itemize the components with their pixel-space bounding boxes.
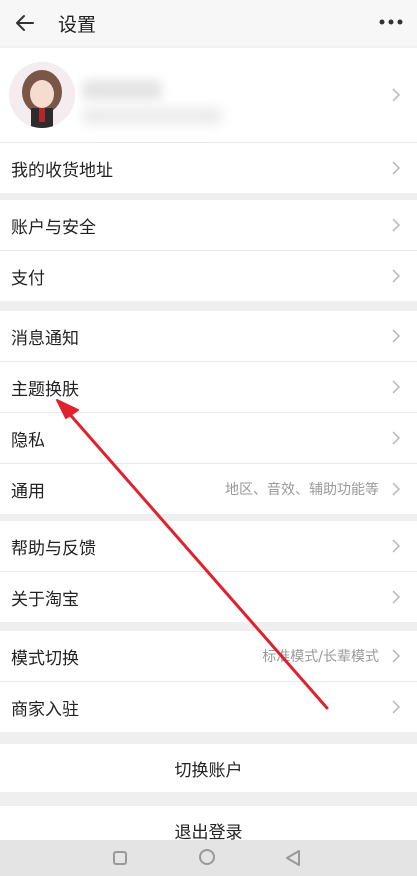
row-label: 通用 [11, 481, 45, 502]
settings-row-merchant[interactable]: 商家入驻 [0, 682, 417, 732]
watermark: Baidu 经验 [327, 821, 405, 837]
chevron-right-icon [392, 269, 401, 283]
help-group: 帮助与反馈 关于淘宝 [0, 521, 417, 622]
chevron-right-icon [392, 700, 401, 714]
row-label: 我的收货地址 [11, 160, 113, 181]
blurred-username [82, 80, 162, 100]
settings-row-payment[interactable]: 支付 [0, 251, 417, 301]
row-hint: 标准模式/长辈模式 [262, 649, 379, 665]
chevron-right-icon [392, 380, 401, 394]
row-label: 商家入驻 [11, 699, 79, 720]
page-title: 设置 [58, 14, 97, 36]
avatar-image [9, 62, 75, 128]
nav-back-icon[interactable] [284, 849, 302, 867]
settings-row-mode-switch[interactable]: 模式切换 标准模式/长辈模式 [0, 631, 417, 682]
more-horizontal-icon[interactable] [379, 16, 403, 28]
chevron-right-icon [392, 590, 401, 604]
chevron-right-icon [392, 539, 401, 553]
row-label: 关于淘宝 [11, 589, 79, 610]
row-label: 模式切换 [11, 648, 79, 669]
settings-row-about[interactable]: 关于淘宝 [0, 572, 417, 622]
system-nav-bar [0, 840, 417, 876]
row-hint: 地区、音效、辅助功能等 [225, 482, 379, 498]
row-label: 帮助与反馈 [11, 538, 96, 559]
settings-row-help-feedback[interactable]: 帮助与反馈 [0, 521, 417, 572]
mode-group: 模式切换 标准模式/长辈模式 商家入驻 [0, 631, 417, 732]
profile-row[interactable] [0, 48, 417, 143]
settings-row-general[interactable]: 通用 地区、音效、辅助功能等 [0, 464, 417, 514]
preferences-group: 消息通知 主题换肤 隐私 通用 地区、音效、辅助功能等 [0, 311, 417, 514]
settings-row-address[interactable]: 我的收货地址 [0, 143, 417, 193]
row-label: 消息通知 [11, 328, 79, 349]
chevron-right-icon [392, 649, 401, 663]
chevron-right-icon [392, 88, 401, 102]
chevron-right-icon [392, 218, 401, 232]
row-label: 隐私 [11, 430, 45, 451]
settings-row-theme[interactable]: 主题换肤 [0, 362, 417, 413]
settings-row-privacy[interactable]: 隐私 [0, 413, 417, 464]
blurred-user-info [82, 108, 222, 124]
row-label: 支付 [11, 268, 45, 289]
home-icon[interactable] [199, 849, 215, 865]
row-label: 账户与安全 [11, 217, 96, 238]
switch-account-button[interactable]: 切换账户 [0, 744, 417, 792]
profile-group: 我的收货地址 [0, 48, 417, 193]
chevron-right-icon [392, 329, 401, 343]
settings-row-account-security[interactable]: 账户与安全 [0, 200, 417, 251]
account-group: 账户与安全 支付 [0, 200, 417, 301]
row-label: 主题换肤 [11, 379, 79, 400]
top-bar: 设置 [0, 0, 417, 46]
chevron-right-icon [392, 482, 401, 496]
avatar [9, 62, 75, 128]
settings-row-notifications[interactable]: 消息通知 [0, 311, 417, 362]
recent-apps-icon[interactable] [113, 851, 127, 865]
arrow-left-icon[interactable] [12, 10, 38, 36]
chevron-right-icon [392, 431, 401, 445]
chevron-right-icon [392, 161, 401, 175]
